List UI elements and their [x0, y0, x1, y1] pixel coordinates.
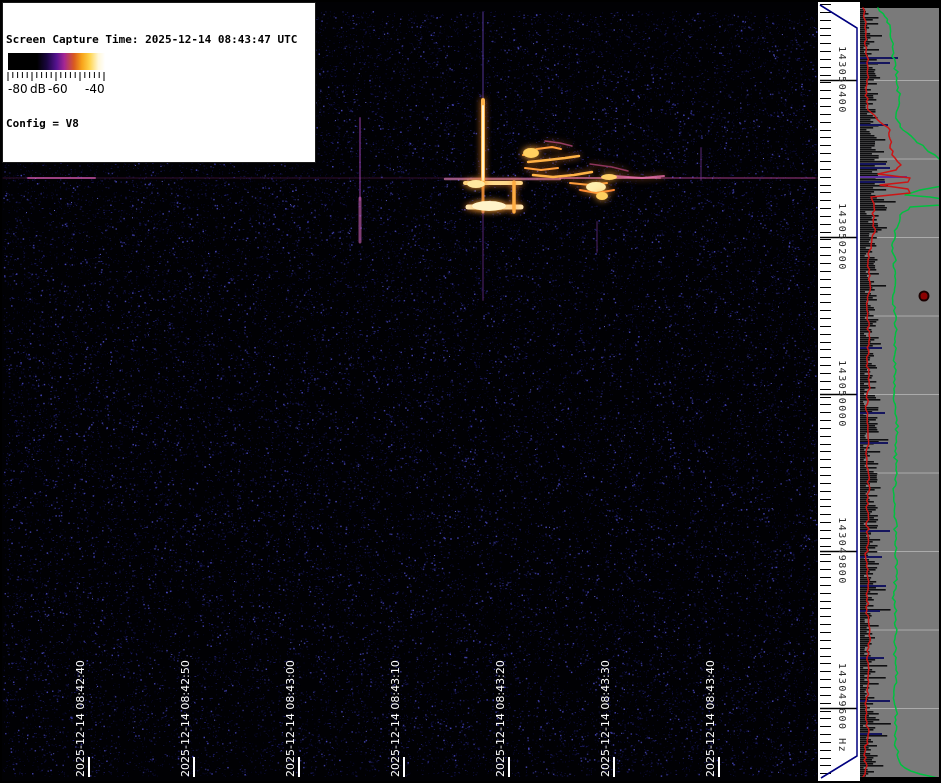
time-tick-mark: [613, 757, 615, 777]
color-gradient-bar: [8, 53, 105, 70]
time-tick-mark: [88, 757, 90, 777]
time-tick-label: 2025-12-14 08:43:10: [389, 660, 402, 777]
time-tick-label: 2025-12-14 08:43:30: [599, 660, 612, 777]
time-tick-mark: [718, 757, 720, 777]
time-tick-label: 2025-12-14 08:43:40: [704, 660, 717, 777]
scale-db-label: -60: [48, 82, 68, 96]
scale-db-label: -40: [85, 82, 105, 96]
frequency-tick-label: 143050000: [836, 360, 847, 428]
time-tick-mark: [193, 757, 195, 777]
time-tick-label: 2025-12-14 08:43:20: [494, 660, 507, 777]
scale-db-label: -80: [8, 82, 28, 96]
frequency-tick-label: 143050400: [836, 46, 847, 114]
time-tick-mark: [298, 757, 300, 777]
app-window: Screen Capture Time: 2025-12-14 08:43:47…: [0, 0, 941, 783]
time-tick-mark: [403, 757, 405, 777]
capture-time-line: Screen Capture Time: 2025-12-14 08:43:47…: [6, 33, 298, 46]
frequency-tick-label: 143049600 Hz: [836, 662, 847, 754]
time-tick-mark: [508, 757, 510, 777]
time-tick-label: 2025-12-14 08:42:40: [74, 660, 87, 777]
time-tick-label: 2025-12-14 08:42:50: [179, 660, 192, 777]
time-tick-label: 2025-12-14 08:43:00: [284, 660, 297, 777]
config-line: Config = V8: [6, 117, 79, 130]
frequency-tick-label: 143050200: [836, 203, 847, 271]
frequency-tick-label: 143049800: [836, 517, 847, 585]
db-color-scale: -80 dB -60 -40: [6, 51, 107, 96]
color-scale-ticks: [7, 72, 105, 81]
spectrum-panel-canvas: [860, 0, 941, 783]
scale-db-label: dB: [30, 82, 46, 96]
